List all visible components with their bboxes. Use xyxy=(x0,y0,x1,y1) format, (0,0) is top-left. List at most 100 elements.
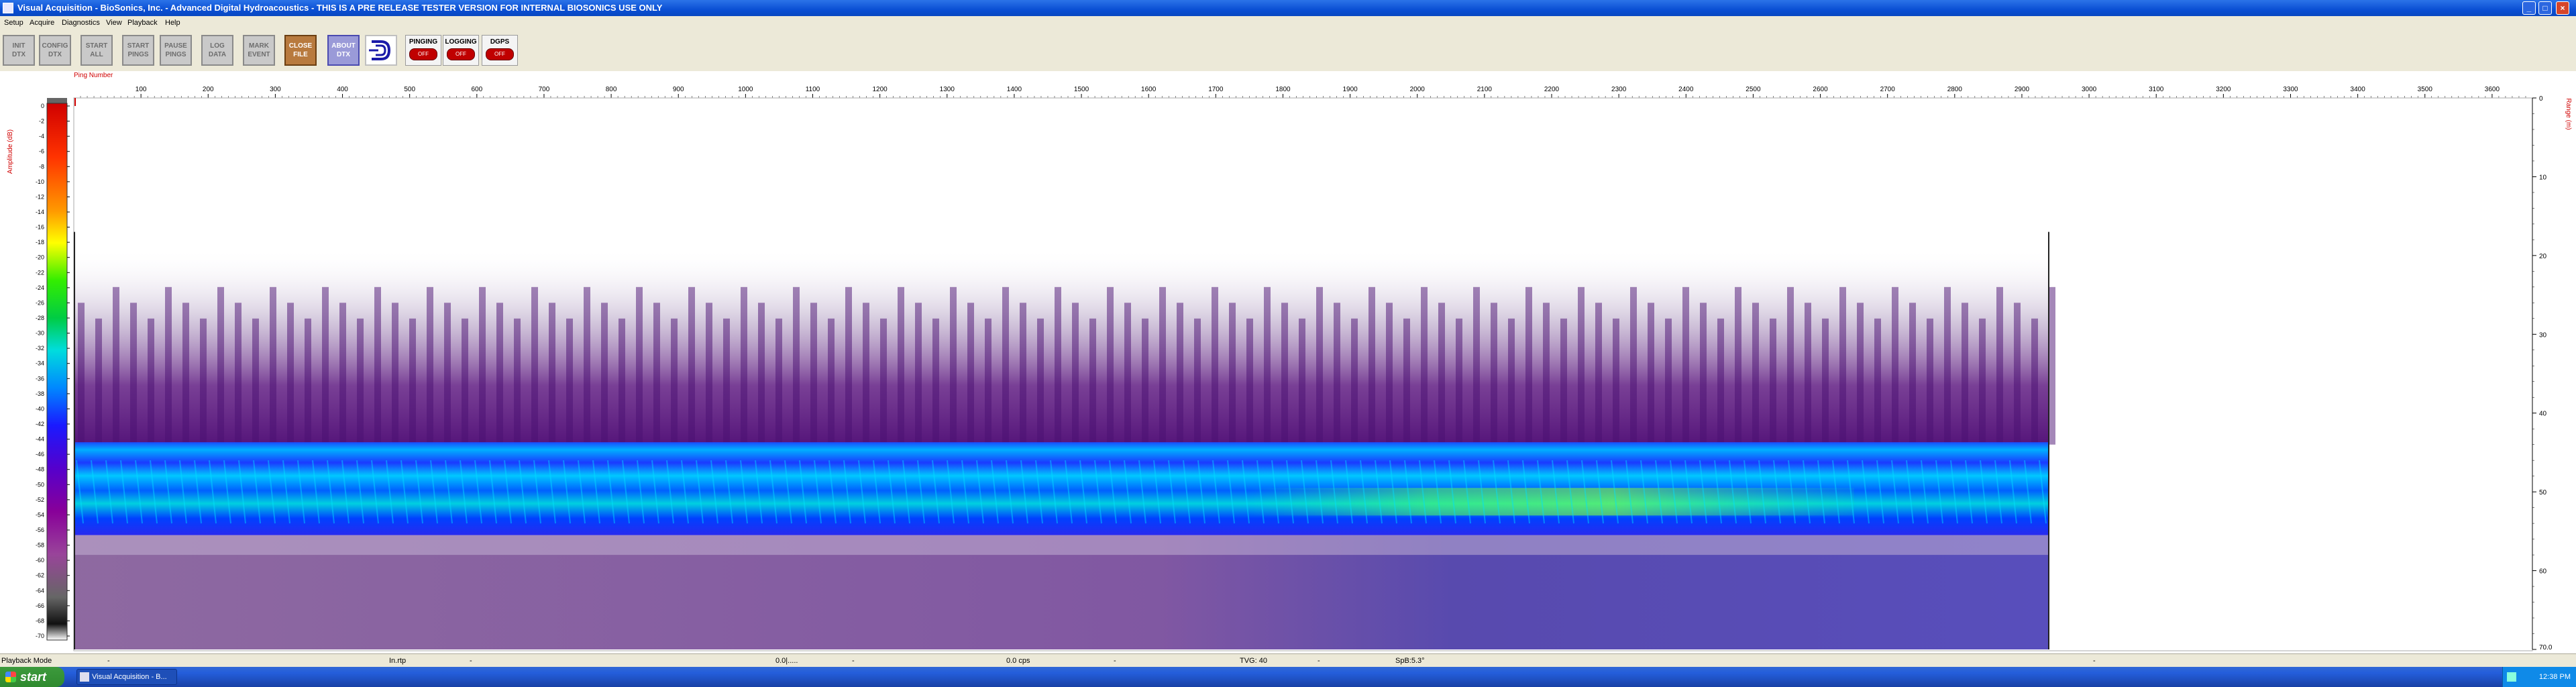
status-rate: 0.0 cps xyxy=(1006,657,1030,665)
x-tick-label: 500 xyxy=(404,86,415,93)
noise-streak xyxy=(2049,286,2055,445)
pinging-label: PINGING xyxy=(409,38,438,46)
start-all-button[interactable]: START ALL xyxy=(80,35,113,66)
init-dtx-label-2: DTX xyxy=(12,51,25,58)
start-all-label-1: START xyxy=(85,42,108,50)
noise-streak xyxy=(252,318,259,445)
menu-view[interactable]: View xyxy=(106,19,122,27)
menu-help[interactable]: Help xyxy=(165,19,180,27)
noise-streak xyxy=(1805,303,1811,445)
taskbar-item-visual-acquisition[interactable]: Visual Acquisition - B... xyxy=(76,669,177,685)
x-tick-label: 2400 xyxy=(1678,86,1694,93)
menu-acquire[interactable]: Acquire xyxy=(30,19,54,27)
noise-streak xyxy=(1386,303,1393,445)
status-file: In.rtp xyxy=(389,657,407,665)
minimize-button[interactable]: _ xyxy=(2522,1,2536,15)
noise-streak xyxy=(723,318,730,445)
noise-streak xyxy=(1456,318,1462,445)
noise-streak xyxy=(845,286,852,445)
range-axis-label: Range (m) xyxy=(2565,98,2572,129)
noise-streak xyxy=(1089,318,1096,445)
close-file-button[interactable]: CLOSE FILE xyxy=(284,35,317,66)
x-tick-label: 1900 xyxy=(1342,86,1358,93)
lower-band-fringe xyxy=(74,535,2049,556)
close-button[interactable]: × xyxy=(2556,1,2569,15)
range-tick-label: 10 xyxy=(2539,174,2547,181)
title-bar[interactable]: Visual Acquisition - BioSonics, Inc. - A… xyxy=(0,0,2576,16)
status-bar: Playback Mode - In.rtp - 0.0|..... - 0.0… xyxy=(0,653,2576,668)
noise-streak xyxy=(1142,318,1148,445)
x-tick-label: 700 xyxy=(539,86,550,93)
config-dtx-button[interactable]: CONFIG DTX xyxy=(39,35,71,66)
noise-streak xyxy=(758,303,765,445)
status-dash-6: - xyxy=(2093,657,2096,665)
amp-tick-label: -46 xyxy=(36,451,44,458)
start-pings-label-2: PINGS xyxy=(127,51,149,58)
amp-tick-label: -6 xyxy=(39,148,44,155)
x-tick-label: 200 xyxy=(203,86,214,93)
maximize-button[interactable]: □ xyxy=(2538,1,2552,15)
amp-tick-label: -10 xyxy=(36,178,44,185)
logging-label: LOGGING xyxy=(445,38,477,46)
noise-streak xyxy=(549,303,555,445)
noise-streak xyxy=(1037,318,1044,445)
pause-pings-button[interactable]: PAUSE PINGS xyxy=(160,35,192,66)
app-icon xyxy=(3,3,13,13)
log-data-button[interactable]: LOG DATA xyxy=(201,35,233,66)
menu-playback[interactable]: Playback xyxy=(127,19,158,27)
noise-streak xyxy=(1822,318,1829,445)
echogram-panel: Ping Number Amplitude (dB) Range (m) 0 -2… xyxy=(0,71,2576,653)
noise-streak xyxy=(1299,318,1305,445)
biosonics-logo-icon xyxy=(369,40,391,60)
noise-streak xyxy=(1508,318,1515,445)
status-dash-3: - xyxy=(852,657,855,665)
amplitude-colorbar xyxy=(46,103,68,641)
noise-streak xyxy=(200,318,207,445)
amp-tick-label: -4 xyxy=(39,133,44,140)
mark-event-button[interactable]: MARK EVENT xyxy=(243,35,275,66)
mark-event-label-2: EVENT xyxy=(248,51,270,58)
noise-streak xyxy=(1246,318,1253,445)
config-dtx-label-2: DTX xyxy=(48,51,62,58)
x-tick-label: 3300 xyxy=(2283,86,2298,93)
noise-streak xyxy=(1124,303,1131,445)
noise-streak xyxy=(566,318,573,445)
x-tick-label: 3400 xyxy=(2351,86,2366,93)
noise-streak xyxy=(1491,303,1497,445)
noise-streak xyxy=(462,318,468,445)
x-tick-label: 1000 xyxy=(738,86,753,93)
amp-tick-label: -22 xyxy=(36,269,44,276)
echogram-svg: Ping Number Amplitude (dB) Range (m) 0 -2… xyxy=(7,72,2572,651)
noise-streak xyxy=(1351,318,1358,445)
range-tick-label: 30 xyxy=(2539,331,2547,339)
noise-streak xyxy=(985,318,991,445)
about-dtx-button[interactable]: ABOUT DTX xyxy=(327,35,360,66)
menu-diagnostics[interactable]: Diagnostics xyxy=(62,19,100,27)
noise-streak xyxy=(496,303,503,445)
dgps-light: OFF xyxy=(486,48,514,60)
start-button[interactable]: start xyxy=(0,667,64,687)
start-label: start xyxy=(20,670,47,684)
biosonics-logo[interactable] xyxy=(365,35,397,66)
amp-tick-label: -24 xyxy=(36,284,44,291)
noise-streak xyxy=(1055,286,1061,445)
start-pings-button[interactable]: START PINGS xyxy=(122,35,154,66)
x-tick-label: 1500 xyxy=(1074,86,1089,93)
menu-setup[interactable]: Setup xyxy=(4,19,23,27)
close-file-label-2: FILE xyxy=(293,51,308,58)
noise-streak xyxy=(1909,303,1916,445)
about-dtx-label-1: ABOUT xyxy=(331,42,356,50)
dgps-label: DGPS xyxy=(490,38,510,46)
noise-streak xyxy=(1944,286,1951,445)
x-tick-label: 3500 xyxy=(2418,86,2433,93)
init-dtx-button[interactable]: INIT DTX xyxy=(3,35,35,66)
noise-streak xyxy=(1630,286,1637,445)
noise-streak xyxy=(427,286,433,445)
amp-tick-label: -40 xyxy=(36,405,44,412)
noise-streak xyxy=(287,303,294,445)
network-icon[interactable] xyxy=(2507,672,2516,682)
status-dash-2: - xyxy=(470,657,472,665)
window-title: Visual Acquisition - BioSonics, Inc. - A… xyxy=(17,3,663,13)
amp-tick-label: -28 xyxy=(36,315,44,321)
noise-streak xyxy=(1682,286,1689,445)
